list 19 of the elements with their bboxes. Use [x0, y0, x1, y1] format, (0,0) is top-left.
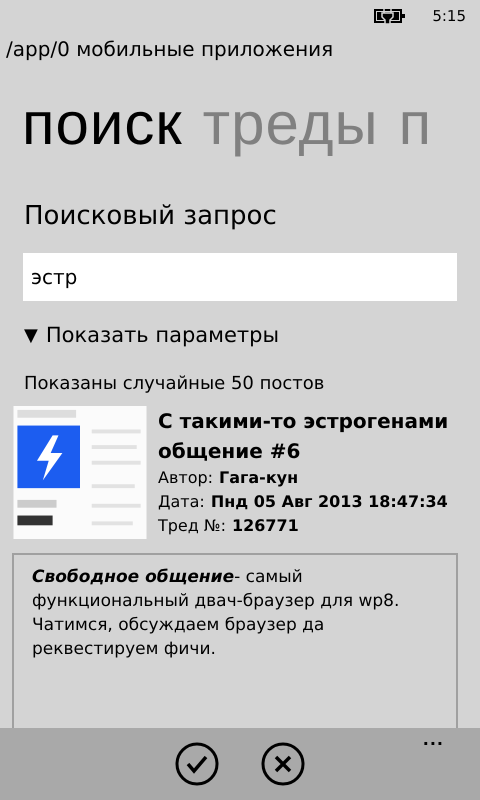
check-button[interactable]	[173, 740, 221, 788]
clock-time: 5:15	[432, 7, 466, 25]
results-caption: Показаны случайные 50 постов	[24, 373, 326, 394]
battery-charging-icon	[374, 8, 406, 24]
more-button[interactable]: ...	[422, 730, 444, 749]
field-label: Дата:	[158, 491, 205, 513]
close-button[interactable]	[259, 740, 307, 788]
field-label: Автор:	[158, 467, 214, 489]
description-text: Свободное общение- самый функциональный двач-браузер для wp8. Чатимся, обсуждаем браузер да реквестируем фичи.	[32, 567, 400, 659]
field-value: 126771	[232, 515, 299, 537]
thread-title[interactable]: С такими-то эстрогенами общение #6	[158, 406, 480, 466]
search-field[interactable]: эстр	[23, 253, 457, 301]
field-value: Пнд 05 Авг 2013 18:47:34	[210, 491, 448, 513]
options-toggle[interactable]: ▼ Показать параметры	[24, 323, 480, 347]
search-label: Поисковый запрос	[24, 201, 278, 231]
field-label: Тред №:	[158, 515, 226, 537]
pivot-tab[interactable]: поиск	[22, 90, 183, 157]
field-value: Гага-кун	[219, 467, 298, 489]
app-title: /app/0 мобильные приложения	[5, 36, 334, 61]
